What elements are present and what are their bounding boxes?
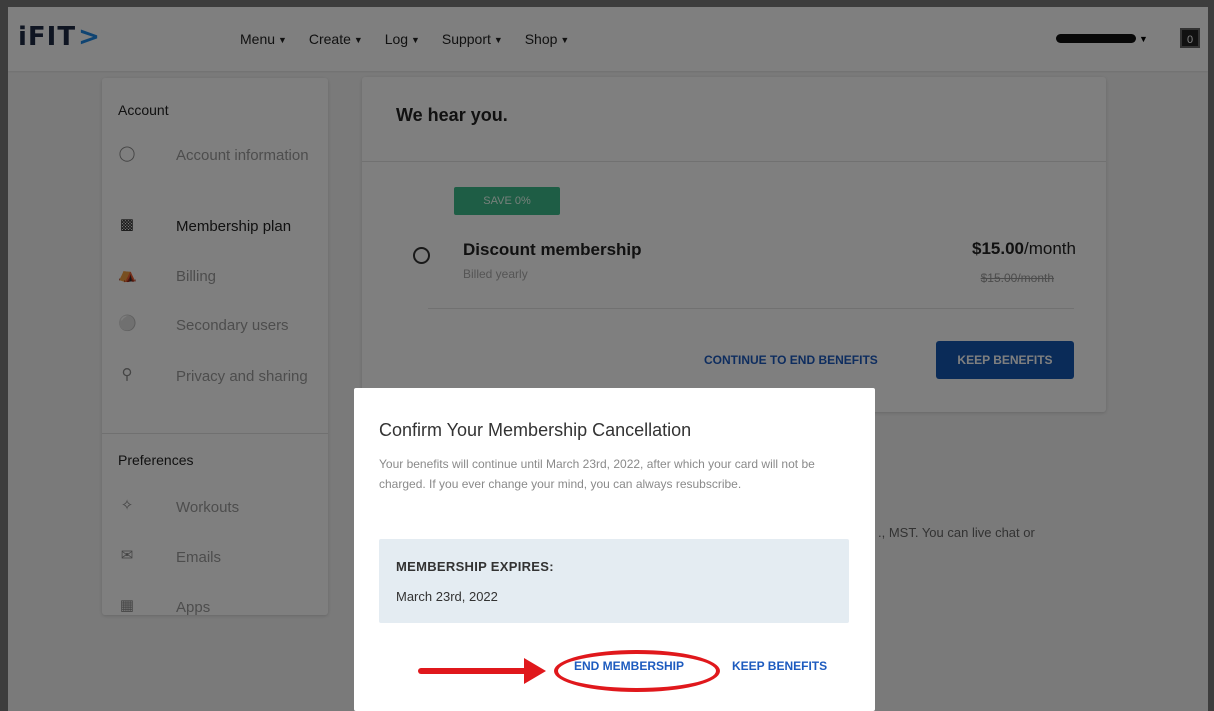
expiry-label: MEMBERSHIP EXPIRES: (396, 559, 554, 574)
annotation-arrow-icon (524, 658, 546, 684)
expiry-date: March 23rd, 2022 (396, 589, 498, 604)
end-membership-button[interactable]: END MEMBERSHIP (574, 659, 684, 673)
expiry-box: MEMBERSHIP EXPIRES: March 23rd, 2022 (379, 539, 849, 623)
modal-title: Confirm Your Membership Cancellation (379, 420, 692, 440)
annotation-arrow-shaft (418, 668, 530, 674)
cancellation-modal: Confirm Your Membership Cancellation You… (354, 388, 875, 711)
modal-body: Your benefits will continue until March … (379, 457, 815, 491)
modal-keep-benefits-button[interactable]: KEEP BENEFITS (732, 659, 827, 673)
